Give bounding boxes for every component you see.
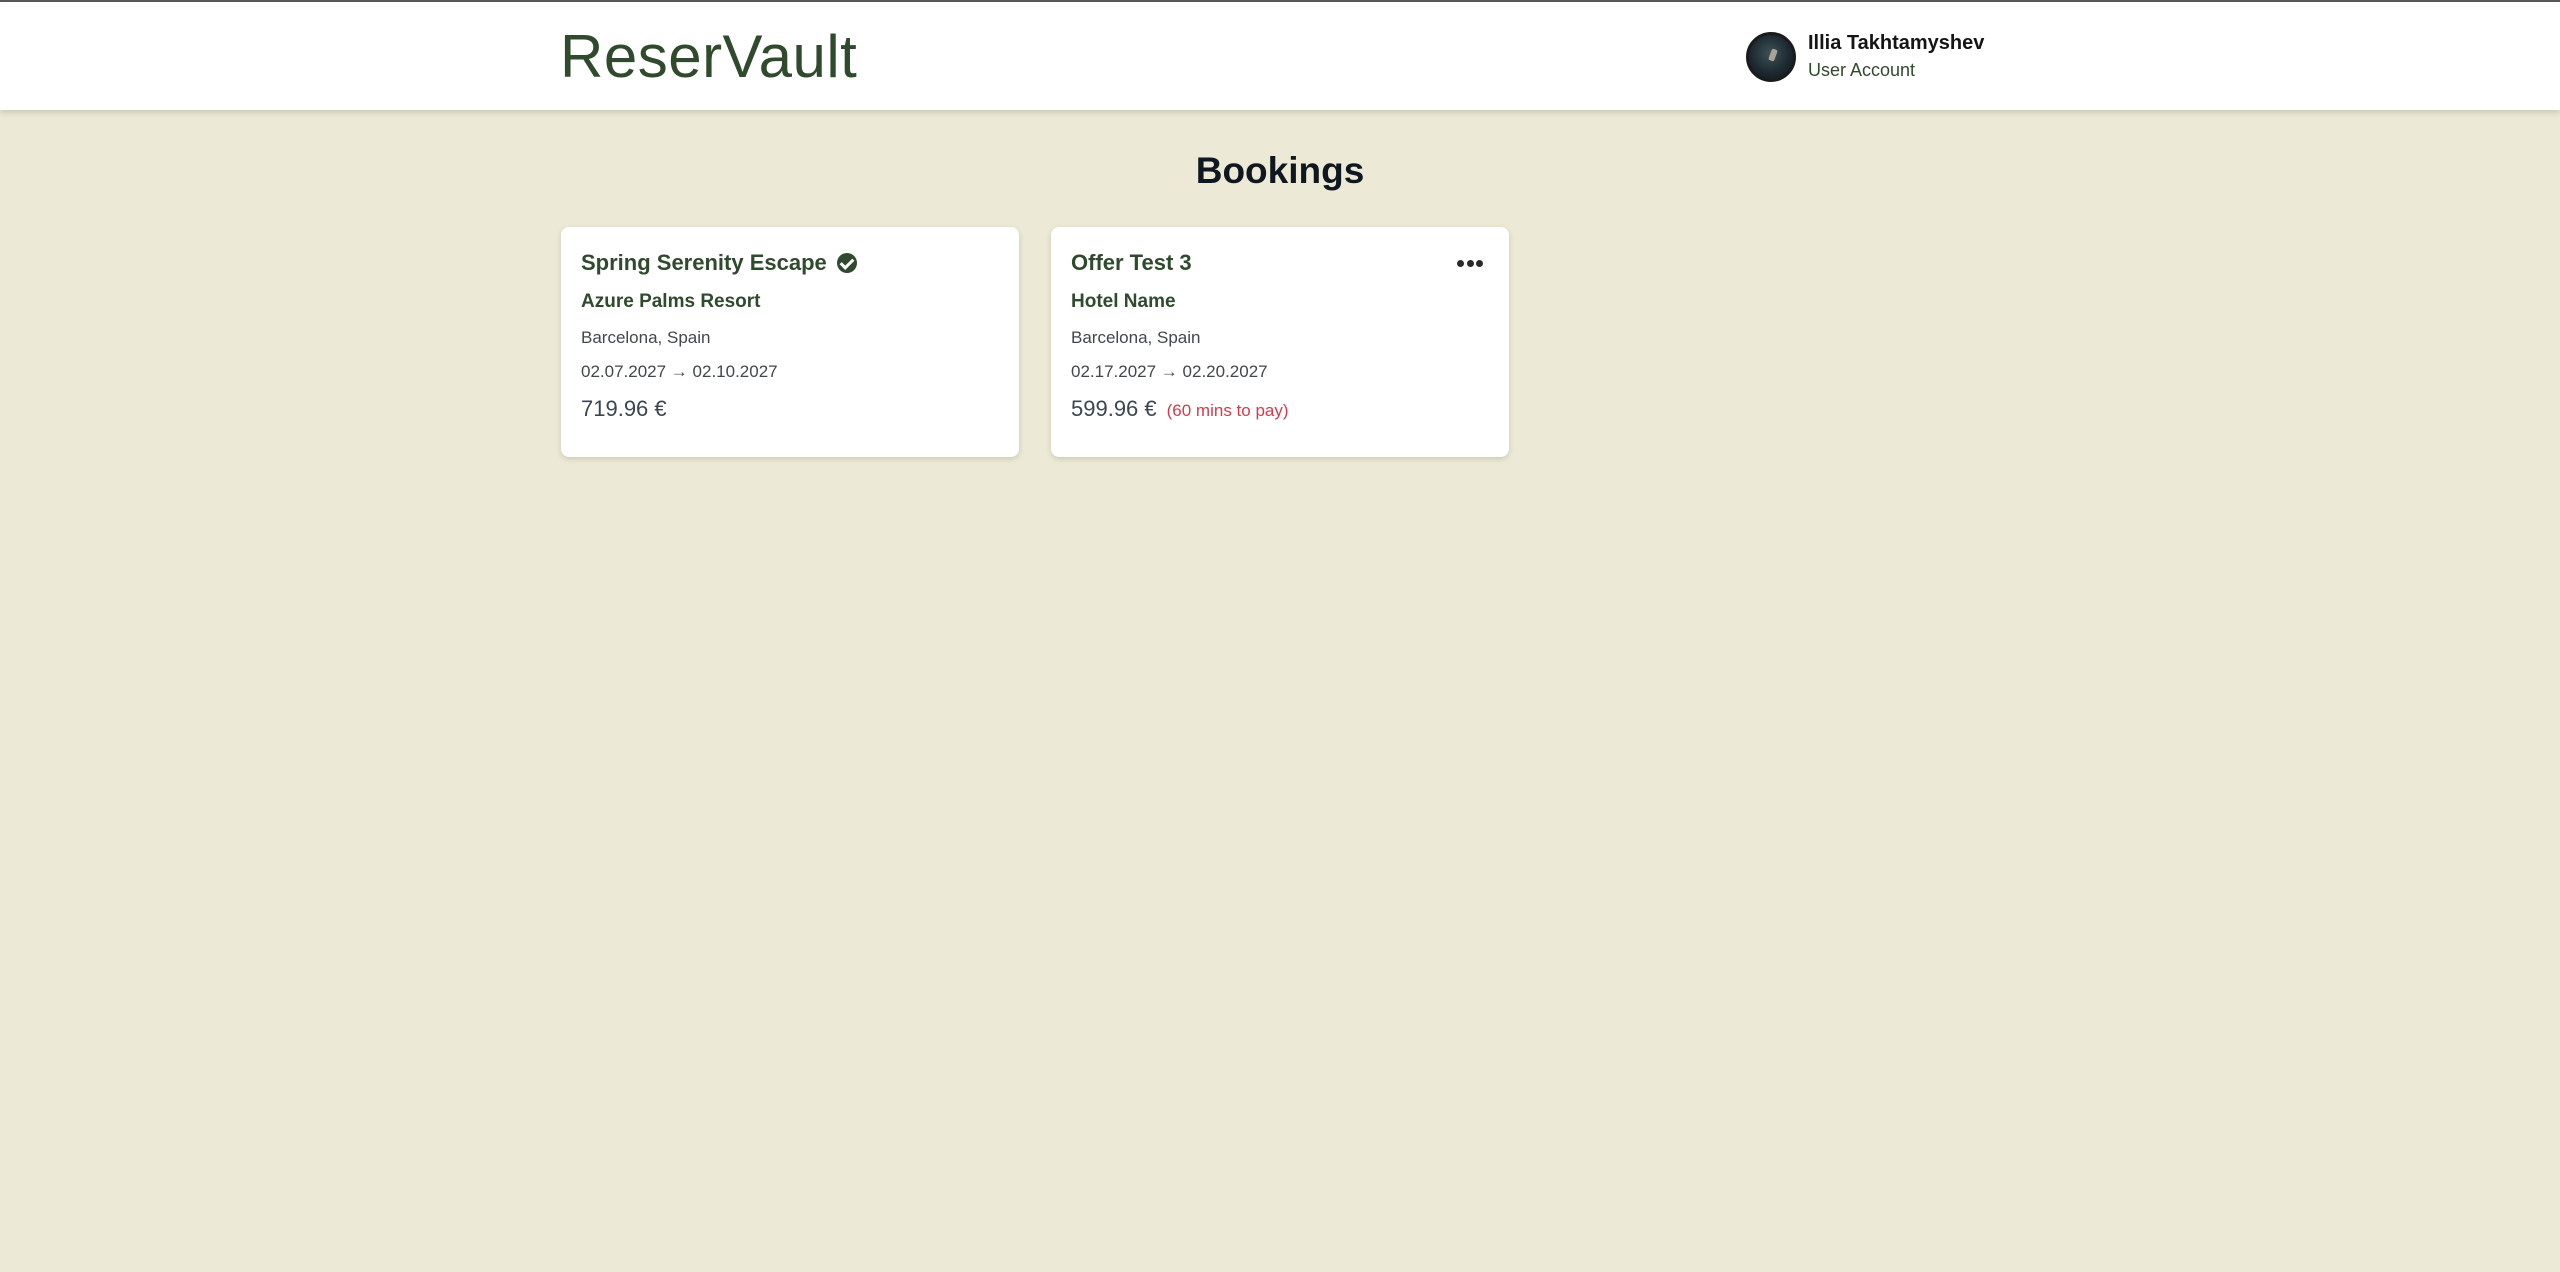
more-dot	[1457, 260, 1464, 267]
more-dot	[1476, 260, 1483, 267]
check-circle-icon	[836, 253, 857, 273]
booking-location: Barcelona, Spain	[1071, 328, 1201, 347]
booking-hotel: Hotel Name	[1071, 291, 1176, 312]
user-info: Illia Takhtamyshev User Account	[1808, 30, 1984, 84]
more-dot	[1466, 260, 1474, 267]
payment-deadline-note: (60 mins to pay)	[1166, 401, 1289, 420]
user-account-menu[interactable]: Illia Takhtamyshev User Account	[1746, 28, 1984, 86]
booking-location: Barcelona, Spain	[581, 328, 711, 347]
booking-dates: 02.07.2027 → 02.10.2027	[581, 362, 778, 381]
booking-title: Spring Serenity Escape	[581, 250, 827, 275]
app-logo[interactable]: ReserVault	[560, 22, 857, 91]
booking-price-row: 599.96 € (60 mins to pay)	[1071, 396, 1489, 424]
booking-price: 599.96 €	[1071, 396, 1157, 421]
booking-card[interactable]: Spring Serenity Escape Azure Palms Resor…	[561, 227, 1019, 457]
booking-title-row: Spring Serenity Escape	[581, 249, 999, 277]
more-horizontal-icon[interactable]	[1457, 260, 1483, 268]
booking-title-row: Offer Test 3	[1071, 249, 1489, 277]
user-avatar[interactable]	[1746, 32, 1796, 82]
booking-price: 719.96 €	[581, 396, 667, 421]
app-header: ReserVault Illia Takhtamyshev User Accou…	[0, 2, 2560, 110]
user-role: User Account	[1808, 60, 1916, 80]
booking-price-row: 719.96 €	[581, 396, 999, 424]
booking-dates: 02.17.2027 → 02.20.2027	[1071, 362, 1268, 381]
page-title: Bookings	[1195, 150, 1365, 191]
booking-title: Offer Test 3	[1071, 250, 1192, 275]
booking-hotel: Azure Palms Resort	[581, 291, 761, 312]
user-name: Illia Takhtamyshev	[1808, 32, 1985, 54]
booking-card[interactable]: Offer Test 3 Hotel Name Barcelona, Spain…	[1051, 227, 1509, 457]
